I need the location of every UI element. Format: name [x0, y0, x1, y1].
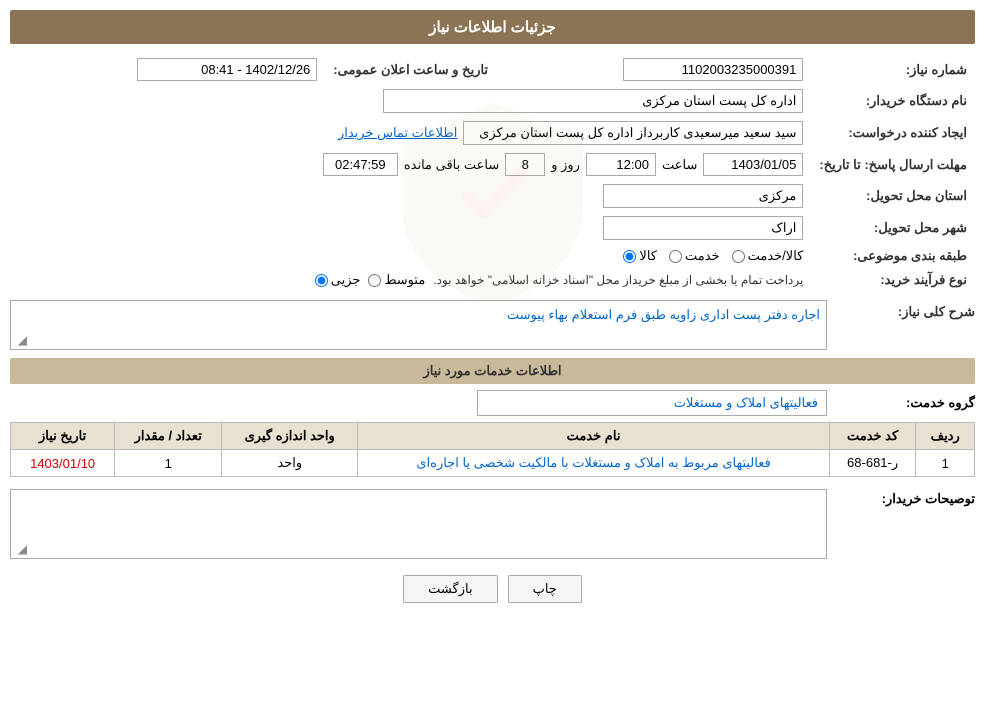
category-label: طبقه بندی موضوعی:: [811, 244, 975, 268]
process-note: پرداخت تمام یا بخشی از مبلغ خریداز محل "…: [433, 273, 803, 287]
group-service-value: فعالیتهای املاک و مستغلات: [477, 390, 827, 416]
remaining-value: 02:47:59: [323, 153, 398, 176]
col-name: نام خدمت: [358, 423, 830, 450]
sharh-box: اجاره دفتر پست اداری زاویه طبق فرم استعل…: [10, 300, 827, 350]
back-button[interactable]: بازگشت: [403, 575, 497, 603]
page-wrapper: جزئیات اطلاعات نیاز ANA TENDER .NET شمار…: [0, 0, 985, 703]
process-label: نوع فرآیند خرید:: [811, 268, 975, 292]
buyer-org-label: نام دستگاه خریدار:: [811, 85, 975, 117]
col-quantity: تعداد / مقدار: [115, 423, 222, 450]
sharh-value: اجاره دفتر پست اداری زاویه طبق فرم استعل…: [11, 301, 826, 329]
need-number-label: شماره نیاز:: [811, 54, 975, 85]
col-unit: واحد اندازه گیری: [222, 423, 358, 450]
category-kala-khadamat-label: کالا/خدمت: [748, 248, 804, 264]
announcement-date-label: تاریخ و ساعت اعلان عمومی:: [325, 54, 496, 85]
announcement-date-value: 1402/12/26 - 08:41: [137, 58, 317, 81]
print-button[interactable]: چاپ: [508, 575, 582, 603]
category-khadamat-radio[interactable]: [669, 250, 682, 263]
col-row: ردیف: [916, 423, 975, 450]
process-jazzi-radio[interactable]: [315, 274, 328, 287]
button-row: چاپ بازگشت: [10, 575, 975, 615]
category-kala-khadamat-item: کالا/خدمت: [732, 248, 804, 264]
category-kala-item: کالا: [623, 248, 657, 264]
cell-unit: واحد: [222, 450, 358, 477]
response-time-label: ساعت: [662, 157, 697, 173]
creator-label: ایجاد کننده درخواست:: [811, 117, 975, 149]
province-label: استان محل تحویل:: [811, 180, 975, 212]
process-motevaset-item: متوسط: [368, 272, 425, 288]
services-table: ردیف کد خدمت نام خدمت واحد اندازه گیری ت…: [10, 422, 975, 477]
response-days-label: روز و: [551, 157, 580, 173]
main-title: جزئیات اطلاعات نیاز: [10, 10, 975, 44]
city-label: شهر محل تحویل:: [811, 212, 975, 244]
process-motevaset-label: متوسط: [384, 272, 425, 288]
col-date: تاریخ نیاز: [11, 423, 115, 450]
resize-handle-icon: ◢: [13, 333, 27, 347]
group-service-row: گروه خدمت: فعالیتهای املاک و مستغلات: [10, 390, 975, 416]
creator-value: سید سعید میرسعیدی کاربرداز اداره کل پست …: [463, 121, 803, 145]
contact-link[interactable]: اطلاعات تماس خریدار: [338, 125, 457, 141]
group-service-label: گروه خدمت:: [835, 395, 975, 411]
resize-handle-2-icon: ◢: [13, 542, 27, 556]
cell-row: 1: [916, 450, 975, 477]
sharh-label: شرح کلی نیاز:: [835, 298, 975, 320]
process-motevaset-radio[interactable]: [368, 274, 381, 287]
process-jazzi-label: جزیی: [331, 272, 361, 288]
category-kala-khadamat-radio[interactable]: [732, 250, 745, 263]
info-table: شماره نیاز: 1102003235000391 تاریخ و ساع…: [10, 54, 975, 292]
buyer-description-label: توصیحات خریدار:: [835, 485, 975, 507]
remaining-label: ساعت باقی مانده: [404, 157, 499, 173]
buyer-description-box[interactable]: ◢: [10, 489, 827, 559]
buyer-description-row: توصیحات خریدار: ◢: [10, 485, 975, 559]
buyer-description-content: [11, 490, 826, 502]
services-section-title: اطلاعات خدمات مورد نیاز: [10, 358, 975, 384]
response-date-value: 1403/01/05: [703, 153, 803, 176]
buyer-org-value: اداره کل پست استان مرکزی: [383, 89, 803, 113]
response-time-value: 12:00: [586, 153, 656, 176]
sharh-row: شرح کلی نیاز: اجاره دفتر پست اداری زاویه…: [10, 298, 975, 350]
cell-code: ر-681-68: [829, 450, 916, 477]
cell-name: فعالیتهای مربوط به املاک و مستغلات با ما…: [358, 450, 830, 477]
process-jazzi-item: جزیی: [315, 272, 361, 288]
category-kala-label: کالا: [639, 248, 657, 264]
category-khadamat-label: خدمت: [685, 248, 720, 264]
table-row: 1 ر-681-68 فعالیتهای مربوط به املاک و مس…: [11, 450, 975, 477]
cell-quantity: 1: [115, 450, 222, 477]
city-value: اراک: [603, 216, 803, 240]
cell-date: 1403/01/10: [11, 450, 115, 477]
response-deadline-label: مهلت ارسال پاسخ: تا تاریخ:: [811, 149, 975, 180]
col-code: کد خدمت: [829, 423, 916, 450]
group-service-link[interactable]: فعالیتهای املاک و مستغلات: [674, 395, 818, 410]
need-number-value: 1102003235000391: [623, 58, 803, 81]
response-days-value: 8: [505, 153, 545, 176]
province-value: مرکزی: [603, 184, 803, 208]
category-kala-radio[interactable]: [623, 250, 636, 263]
category-khadamat-item: خدمت: [669, 248, 720, 264]
